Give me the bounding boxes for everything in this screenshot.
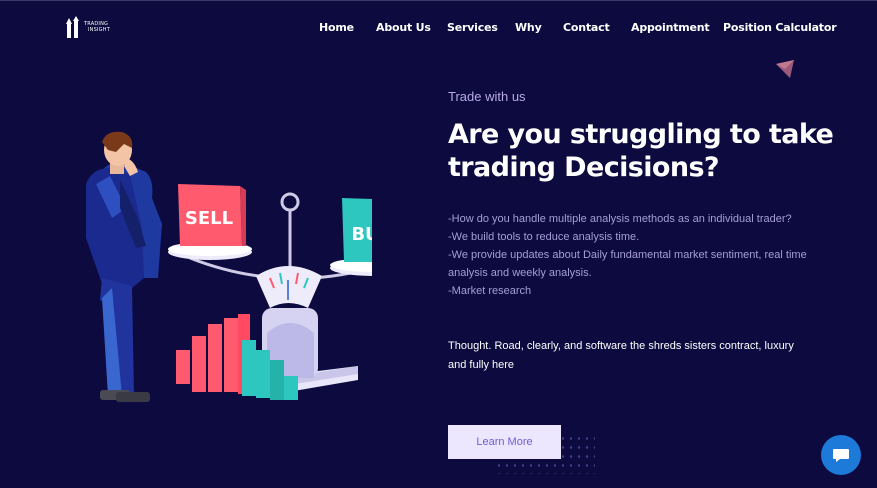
- buy-label: BUY: [351, 224, 372, 245]
- hero-point: -We provide updates about Daily fundamen…: [448, 249, 807, 279]
- trader-scale-illustration: SELL BUY: [86, 131, 372, 402]
- sell-label: SELL: [185, 208, 233, 229]
- buy-plate: BUY: [330, 198, 372, 276]
- nav-position-calculator[interactable]: Position Calculator: [723, 21, 837, 34]
- chat-icon: [833, 449, 849, 462]
- nav-about-us[interactable]: About Us: [376, 21, 431, 34]
- nav-contact[interactable]: Contact: [563, 21, 610, 34]
- trader-figure: [86, 131, 162, 402]
- hero-point: -We build tools to reduce analysis time.: [448, 231, 640, 243]
- hero-tagline: Thought. Road, clearly, and software the…: [448, 340, 794, 371]
- top-border: [0, 0, 877, 1]
- learn-more-button[interactable]: Learn More: [448, 425, 561, 459]
- triangle-decor-icon: [776, 60, 794, 78]
- scale-dial: [256, 266, 322, 308]
- sell-bars: [176, 314, 250, 394]
- sell-plate: SELL: [168, 184, 252, 260]
- nav-why[interactable]: Why: [515, 21, 542, 34]
- hero-point: -How do you handle multiple analysis met…: [448, 213, 792, 225]
- nav-services[interactable]: Services: [447, 21, 498, 34]
- main-nav: Home About Us Services Why Contact Appoi…: [0, 21, 877, 35]
- hero-points-list: -How do you handle multiple analysis met…: [448, 210, 828, 300]
- hero-title: Are you struggling to take trading Decis…: [448, 119, 834, 183]
- hero-eyebrow: Trade with us: [448, 89, 526, 104]
- nav-home[interactable]: Home: [319, 21, 354, 34]
- nav-appointment[interactable]: Appointment: [631, 21, 710, 34]
- hero-point: -Market research: [448, 285, 532, 297]
- chat-button[interactable]: [821, 435, 861, 475]
